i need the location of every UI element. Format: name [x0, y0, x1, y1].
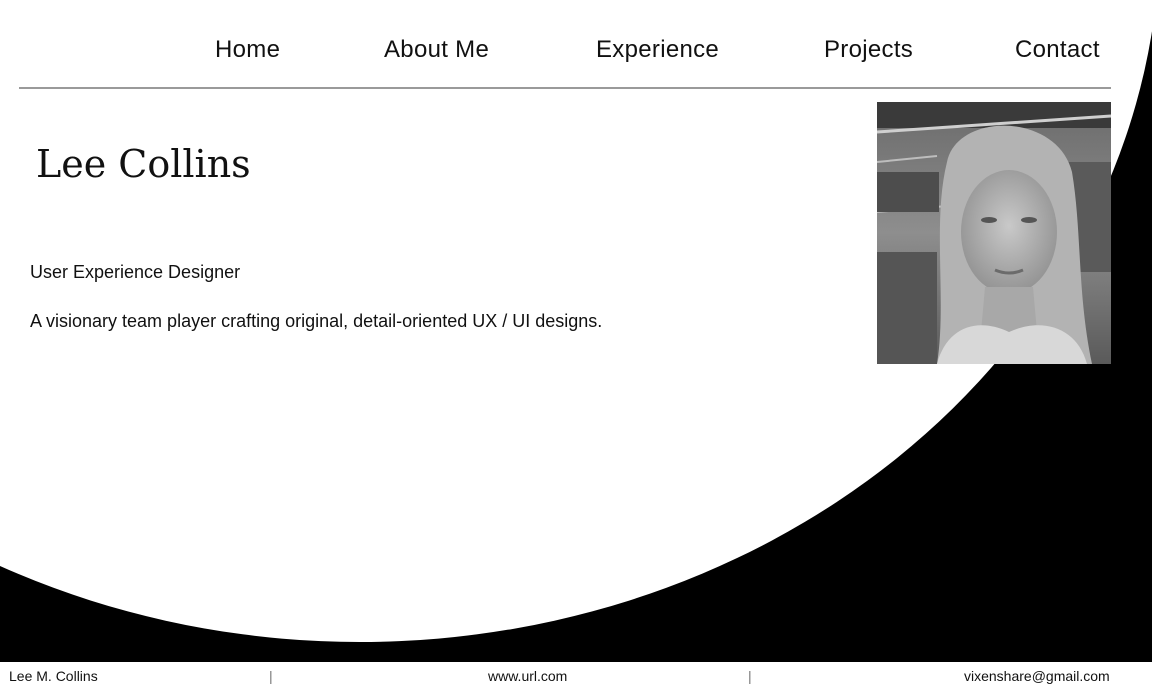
tagline: A visionary team player crafting origina… — [30, 311, 603, 331]
nav-projects-link[interactable]: Projects — [824, 36, 913, 64]
profile-photo — [877, 102, 1111, 364]
page-title: Lee Collins — [36, 142, 251, 186]
portfolio-page: Home About Me Experience Projects Contac… — [0, 0, 1152, 700]
nav-home-link[interactable]: Home — [215, 36, 280, 64]
footer-name: Lee M. Collins — [9, 668, 98, 684]
nav-contact-link[interactable]: Contact — [1015, 36, 1100, 64]
nav-experience-link[interactable]: Experience — [596, 36, 719, 64]
footer-website-link[interactable]: www.url.com — [488, 668, 567, 684]
footer: Lee M. Collins | www.url.com | vixenshar… — [0, 662, 1152, 700]
footer-separator: | — [748, 668, 752, 684]
top-navigation: Home About Me Experience Projects Contac… — [0, 36, 1152, 76]
nav-about-me-link[interactable]: About Me — [384, 36, 489, 64]
footer-email-link[interactable]: vixenshare@gmail.com — [964, 668, 1110, 684]
profile-photo-image — [877, 102, 1111, 364]
nav-divider — [19, 87, 1111, 89]
job-title: User Experience Designer — [30, 262, 241, 282]
footer-separator: | — [269, 668, 273, 684]
